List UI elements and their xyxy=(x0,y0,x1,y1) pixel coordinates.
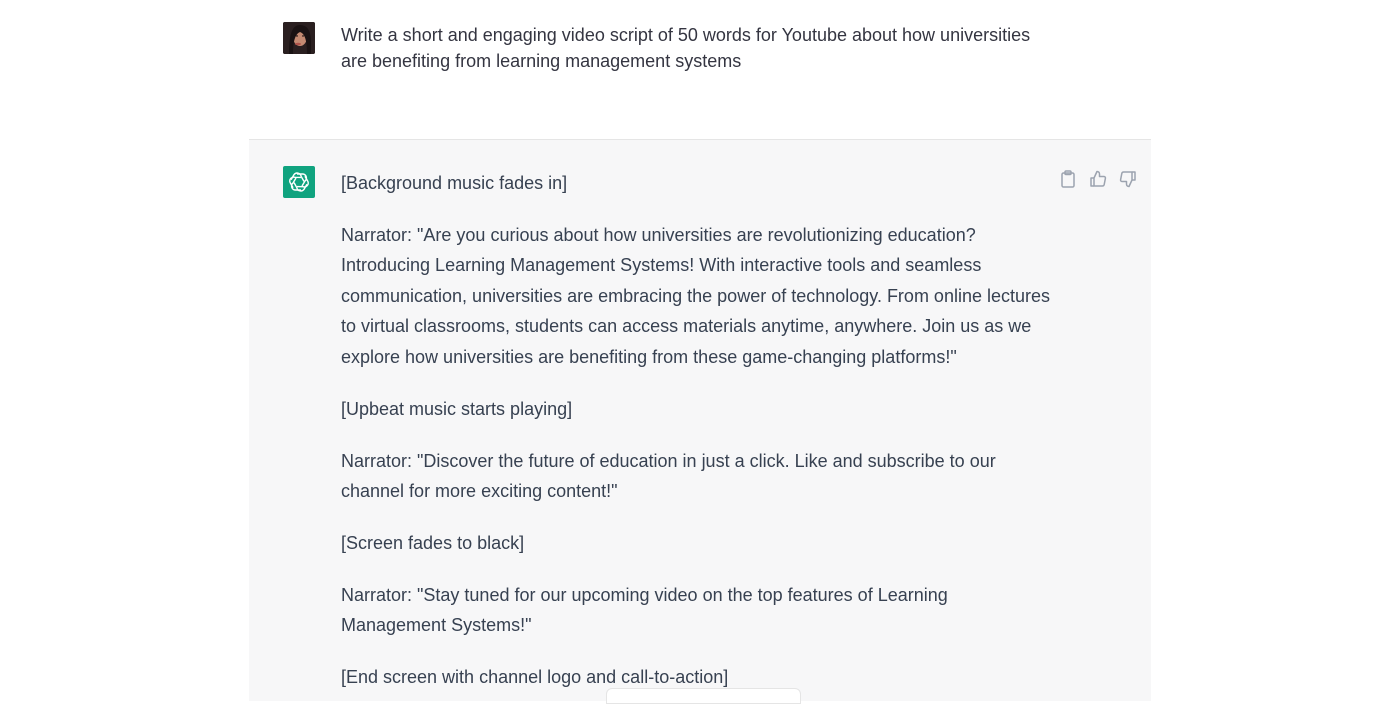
script-paragraph: Narrator: "Stay tuned for our upcoming v… xyxy=(341,585,948,636)
user-avatar-photo-icon xyxy=(283,22,315,54)
user-avatar xyxy=(283,22,315,54)
assistant-avatar xyxy=(283,166,315,198)
thumbs-down-icon xyxy=(1119,171,1136,188)
user-message-text: Write a short and engaging video script … xyxy=(341,25,1031,71)
regenerate-button-edge[interactable] xyxy=(606,688,801,704)
script-paragraph: [Screen fades to black] xyxy=(341,533,525,554)
script-paragraph: [Background music fades in] xyxy=(341,173,568,193)
script-paragraph: Narrator: "Discover the future of educat… xyxy=(341,450,996,502)
clipboard-icon xyxy=(1061,170,1075,188)
message-actions xyxy=(1058,169,1138,189)
thumbs-up-button[interactable] xyxy=(1088,169,1108,189)
openai-logo-icon xyxy=(289,172,309,192)
thumbs-up-icon xyxy=(1090,170,1107,187)
script-paragraph: [Upbeat music starts playing] xyxy=(341,398,573,419)
assistant-message-row: [Background music fades in] Narrator: "A… xyxy=(249,139,1151,701)
copy-button[interactable] xyxy=(1058,169,1078,189)
thumbs-down-button[interactable] xyxy=(1118,169,1138,189)
assistant-message-text: [Background music fades in] Narrator: "A… xyxy=(341,168,1053,714)
user-message-row: Write a short and engaging video script … xyxy=(0,0,1400,139)
script-paragraph: Narrator: "Are you curious about how uni… xyxy=(341,225,1051,367)
